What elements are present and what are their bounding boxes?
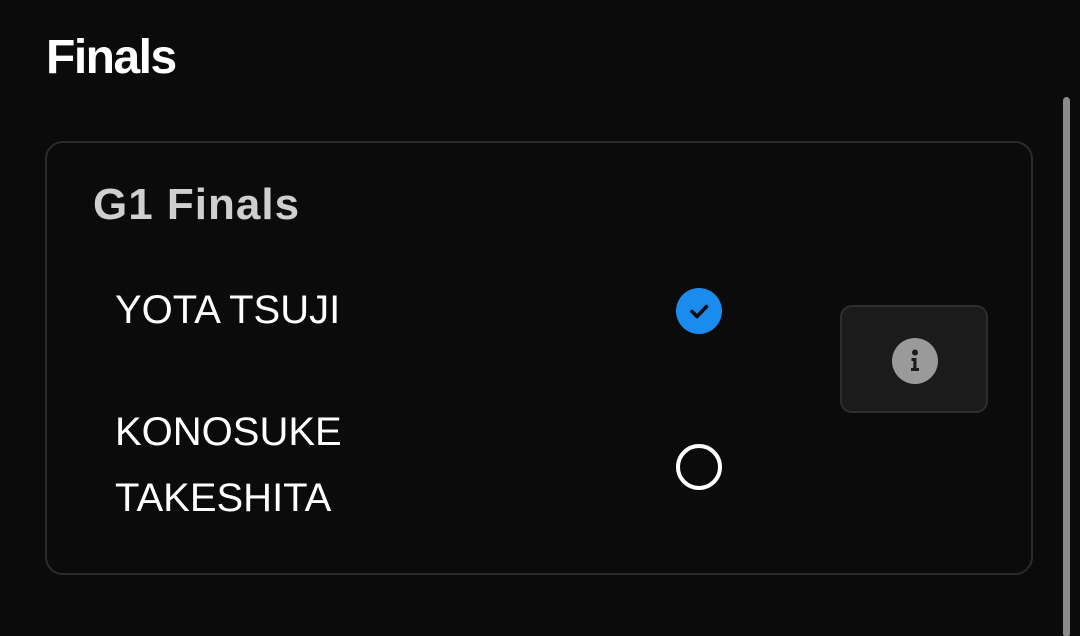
- option-konosuke-takeshita[interactable]: KONOSUKE TAKESHITA: [115, 399, 815, 539]
- radio-unchecked-icon[interactable]: [676, 444, 722, 490]
- info-button[interactable]: [840, 305, 988, 413]
- option-label: KONOSUKE TAKESHITA: [115, 410, 342, 520]
- radio-checked-icon[interactable]: [676, 288, 722, 334]
- finals-screen: Finals G1 Finals YOTA TSUJI KONOSUKE TAK…: [0, 0, 1080, 636]
- option-yota-tsuji[interactable]: YOTA TSUJI: [115, 277, 815, 347]
- card-title: G1 Finals: [93, 180, 301, 229]
- info-icon: [892, 338, 938, 384]
- option-label: YOTA TSUJI: [115, 288, 341, 332]
- pick-card: G1 Finals YOTA TSUJI KONOSUKE TAKESHITA: [45, 141, 1033, 575]
- page-title: Finals: [46, 31, 177, 84]
- scrollbar[interactable]: [1063, 97, 1070, 636]
